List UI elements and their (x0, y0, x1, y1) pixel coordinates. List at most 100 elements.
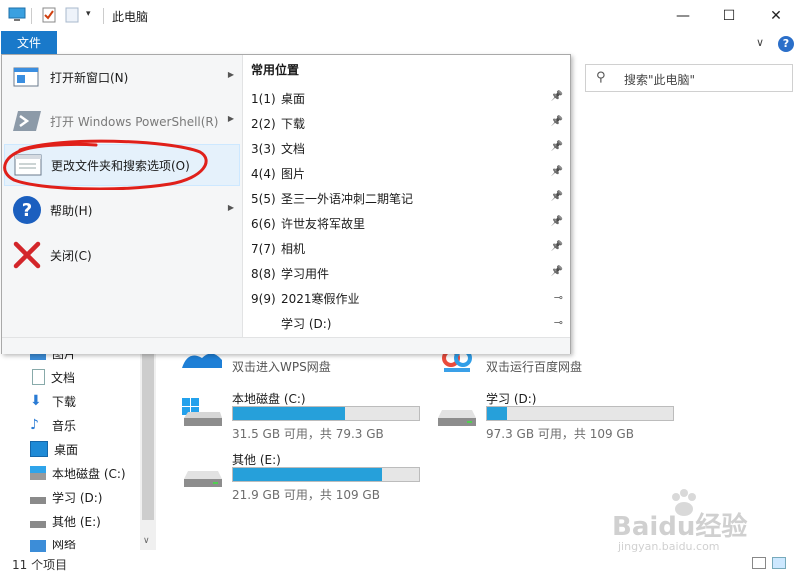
drive-usage-bar (232, 467, 420, 482)
menu-item-label: 更改文件夹和搜索选项(O) (51, 158, 190, 173)
search-placeholder: 搜索"此电脑" (624, 73, 696, 87)
pinned-icon[interactable]: 📌 (551, 166, 563, 177)
scroll-down-arrow-icon[interactable]: ∨ (143, 536, 150, 546)
nav-item-label: 文档 (51, 370, 76, 385)
nav-item-label: 其他 (E:) (52, 514, 101, 529)
menu-item-folder-options[interactable]: 更改文件夹和搜索选项(O) (4, 144, 240, 186)
minimize-button[interactable]: — (660, 0, 706, 32)
windows-drive-icon (182, 398, 222, 426)
common-place-item[interactable]: 4(4) 图片 📌 (251, 161, 563, 186)
drive-name: 其他 (E:) (232, 453, 281, 467)
pinned-icon[interactable]: 📌 (551, 141, 563, 152)
menu-divider (242, 55, 243, 337)
menu-item-label: 打开 Windows PowerShell(R) (50, 114, 219, 129)
nav-item-downloads[interactable]: ⬇ 下载 (30, 390, 76, 412)
drive-usage-fill (233, 407, 345, 420)
drive-usage-bar (232, 406, 420, 421)
common-place-item[interactable]: 9(9) 2021寒假作业 ⊸ (251, 286, 563, 311)
common-place-index: 5(5) (251, 191, 276, 206)
item-count: 11 个项目 (12, 558, 68, 572)
close-red-x-icon (10, 240, 44, 270)
properties-icon[interactable] (42, 7, 56, 23)
maximize-button[interactable]: ☐ (706, 0, 752, 32)
submenu-arrow-icon: ▶ (227, 114, 234, 123)
help-icon: ? (10, 195, 44, 225)
common-place-index: 9(9) (251, 291, 276, 306)
drive-space-info: 97.3 GB 可用，共 109 GB (486, 427, 634, 441)
documents-icon (32, 369, 45, 385)
drive-tile-d[interactable]: 学习 (D:) 97.3 GB 可用，共 109 GB (436, 390, 676, 441)
drive-icon (30, 514, 46, 528)
cloud-item-label: 双击进入WPS网盘 (232, 360, 331, 374)
nav-item-network[interactable]: 网络 (30, 540, 76, 552)
close-button[interactable]: ✕ (753, 0, 799, 32)
pinned-icon[interactable]: 📌 (551, 116, 563, 127)
svg-text:?: ? (22, 200, 32, 221)
nav-item-label: 学习 (D:) (52, 490, 103, 505)
common-place-item[interactable]: 7(7) 相机 📌 (251, 236, 563, 261)
common-place-index: 2(2) (251, 116, 276, 131)
common-place-item[interactable]: 6(6) 许世友将军故里 📌 (251, 211, 563, 236)
common-place-name: 桌面 (281, 92, 306, 106)
pinned-icon[interactable]: 📌 (551, 216, 563, 227)
help-button[interactable]: ? (778, 36, 794, 52)
common-place-name: 图片 (281, 167, 306, 181)
nav-item-desktop[interactable]: 桌面 (30, 438, 78, 460)
window-title: 此电脑 (112, 10, 149, 24)
new-folder-icon[interactable] (65, 7, 79, 23)
menu-item-label: 关闭(C) (50, 248, 92, 263)
common-place-item[interactable]: 2(2) 下载 📌 (251, 111, 563, 136)
common-place-item[interactable]: 1(1) 桌面 📌 (251, 86, 563, 111)
common-place-index: 8(8) (251, 266, 276, 281)
nav-scrollbar-thumb[interactable] (142, 350, 154, 520)
details-view-icon[interactable] (752, 557, 766, 569)
menu-item-close[interactable]: 关闭(C) (4, 234, 240, 276)
tab-file[interactable]: 文件 (1, 31, 57, 54)
nav-item-drive-c[interactable]: 本地磁盘 (C:) (30, 462, 126, 484)
baidu-watermark: Baidu经验 jingyan.baidu.com (612, 488, 792, 558)
common-place-index: 3(3) (251, 141, 276, 156)
large-icons-view-icon[interactable] (772, 557, 786, 569)
common-place-name: 学习用件 (281, 267, 330, 281)
common-place-index: 4(4) (251, 166, 276, 181)
drive-name: 本地磁盘 (C:) (232, 392, 306, 406)
ribbon-collapse-icon[interactable]: ∨ (756, 36, 764, 49)
search-input[interactable]: ⚲ 搜索"此电脑" (585, 64, 793, 92)
common-place-item[interactable]: 3(3) 文档 📌 (251, 136, 563, 161)
pinned-icon[interactable]: 📌 (551, 191, 563, 202)
drive-usage-bar (486, 406, 674, 421)
common-place-item[interactable]: 学习 (D:) ⊸ (251, 311, 563, 336)
nav-item-drive-e[interactable]: 其他 (E:) (30, 510, 101, 532)
drive-name: 学习 (D:) (486, 392, 537, 406)
quick-access-dropdown-icon[interactable]: ▾ (86, 9, 91, 19)
drive-tile-c[interactable]: 本地磁盘 (C:) 31.5 GB 可用，共 79.3 GB (182, 390, 422, 441)
unpinned-icon[interactable]: ⊸ (554, 316, 563, 329)
common-places-header: 常用位置 (251, 63, 300, 77)
submenu-arrow-icon: ▶ (227, 70, 234, 79)
folder-options-icon (11, 150, 45, 180)
drive-usage-fill (487, 407, 508, 420)
drive-tile-e[interactable]: 其他 (E:) 21.9 GB 可用，共 109 GB (182, 451, 422, 502)
music-note-icon: ♪ (30, 417, 39, 433)
new-window-icon (10, 62, 44, 92)
menu-item-open-powershell[interactable]: 打开 Windows PowerShell(R) ▶ (4, 100, 240, 142)
nav-item-label: 本地磁盘 (C:) (52, 466, 126, 481)
common-place-item[interactable]: 8(8) 学习用件 📌 (251, 261, 563, 286)
common-place-index: 1(1) (251, 91, 276, 106)
pinned-icon[interactable]: 📌 (551, 241, 563, 252)
nav-item-label: 桌面 (54, 442, 79, 457)
watermark-url: jingyan.baidu.com (618, 540, 720, 553)
network-icon (30, 540, 46, 552)
common-place-item[interactable]: 5(5) 圣三一外语冲刺二期笔记 📌 (251, 186, 563, 211)
common-place-name: 许世友将军故里 (281, 217, 366, 231)
nav-item-documents[interactable]: 文档 (30, 366, 75, 388)
menu-item-open-new-window[interactable]: 打开新窗口(N) ▶ (4, 56, 240, 98)
watermark-text: Baidu经验 (612, 512, 748, 542)
nav-item-drive-d[interactable]: 学习 (D:) (30, 486, 102, 508)
unpinned-icon[interactable]: ⊸ (554, 291, 563, 304)
pinned-icon[interactable]: 📌 (551, 91, 563, 102)
menu-item-help[interactable]: ? 帮助(H) ▶ (4, 189, 240, 231)
pinned-icon[interactable]: 📌 (551, 266, 563, 277)
menu-item-label: 打开新窗口(N) (50, 70, 129, 85)
nav-item-music[interactable]: ♪ 音乐 (30, 414, 76, 436)
